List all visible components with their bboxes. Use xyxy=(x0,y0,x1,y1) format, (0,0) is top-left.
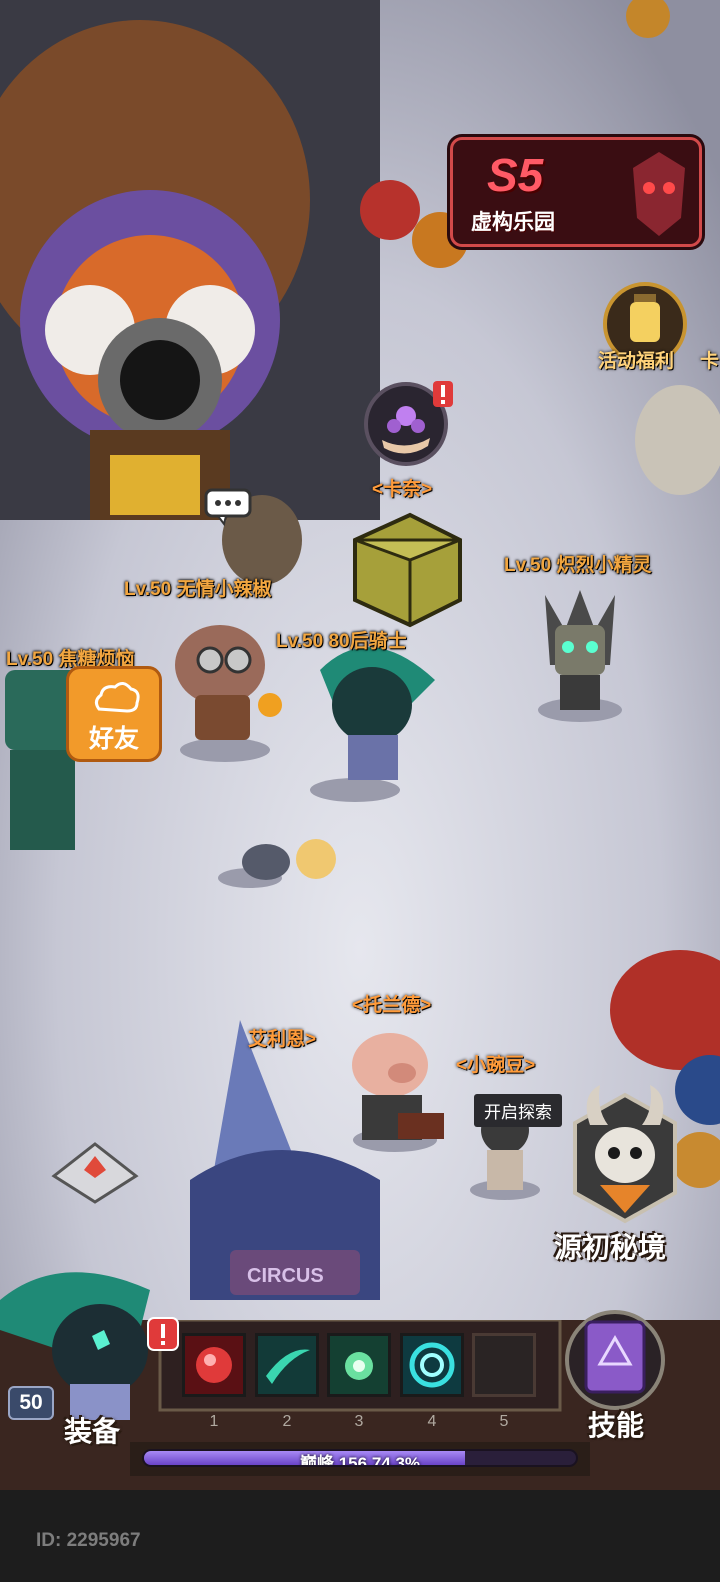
knight-player-character[interactable] xyxy=(310,630,440,790)
origin-dungeon-label: 源初秘境 xyxy=(554,1232,667,1263)
friends-label: 好友 xyxy=(88,725,139,753)
glowing-orb xyxy=(296,839,336,879)
season-name: 虚构乐园 xyxy=(471,211,555,234)
npc-name-xiaowandou: <小豌豆> xyxy=(456,1055,536,1076)
hero-level-badge: 50 xyxy=(8,1386,54,1420)
slot-number: 1 xyxy=(209,1413,219,1430)
player-name-tag: Lv.50 无情小辣椒 xyxy=(124,579,272,600)
player-name-tag: Lv.50 炽烈小精灵 xyxy=(504,555,652,576)
player-id: ID: 2295967 xyxy=(36,1530,141,1551)
npc-name-ailien: 艾利恩> xyxy=(248,1029,317,1050)
kana-quest-icon[interactable] xyxy=(362,380,453,468)
skills-label: 技能 xyxy=(588,1410,645,1441)
peak-label: 巅峰 xyxy=(299,1454,334,1467)
origin-dungeon-button[interactable] xyxy=(560,1085,690,1235)
player-name-tag: Lv.50 80后骑士 xyxy=(276,631,407,652)
season-number: S5 xyxy=(487,149,544,201)
slot-number: 3 xyxy=(354,1413,364,1430)
horned-skull-icon xyxy=(573,1085,677,1224)
alert-badge-icon xyxy=(433,381,453,407)
peak-percent: 74.3% xyxy=(371,1454,421,1467)
spellbook-icon xyxy=(565,1310,665,1410)
npc-name-kana: <卡奈> xyxy=(372,479,433,500)
edge-cut-label: 卡 xyxy=(700,351,720,372)
skills-button[interactable] xyxy=(560,1300,670,1410)
green-spore-icon xyxy=(345,1352,373,1380)
skill-slot-5[interactable] xyxy=(472,1333,536,1397)
cloud-icon xyxy=(94,682,140,713)
skill-slot-3[interactable] xyxy=(327,1333,391,1397)
pet-cat xyxy=(242,844,290,880)
red-orb-icon xyxy=(196,1347,232,1383)
cyan-vortex-icon xyxy=(409,1342,455,1388)
start-explore-tooltip[interactable]: 开启探索 xyxy=(474,1094,562,1127)
season-banner[interactable]: S5 虚构乐园 xyxy=(450,137,702,247)
peak-xp-bar: 巅峰 156 74.3% xyxy=(142,1449,578,1467)
event-rewards-label: 活动福利 xyxy=(598,351,675,372)
skill-slot-4[interactable] xyxy=(400,1333,464,1397)
chat-bubble-icon xyxy=(204,488,252,526)
green-slash-icon xyxy=(266,1349,310,1384)
skull-mage-player-character[interactable] xyxy=(520,585,640,715)
slot-number: 2 xyxy=(282,1413,292,1430)
peak-level: 156 xyxy=(338,1454,368,1467)
skill-slot-1[interactable] xyxy=(182,1333,246,1397)
slot-number: 5 xyxy=(499,1413,509,1430)
npc-name-torand: <托兰德> xyxy=(352,995,432,1016)
demon-skull-icon xyxy=(633,152,685,236)
peak-xp-text: 巅峰 156 74.3% xyxy=(144,1451,576,1467)
slot-number: 4 xyxy=(427,1413,437,1430)
equipment-label: 装备 xyxy=(64,1416,121,1447)
skill-slot-2[interactable] xyxy=(255,1333,319,1397)
svg-text:CIRCUS: CIRCUS xyxy=(247,1265,324,1287)
friends-button[interactable]: 好友 xyxy=(66,666,162,762)
equipment-alert-icon xyxy=(147,1317,179,1351)
compass-diamond-icon[interactable] xyxy=(50,1140,140,1206)
dice-npc-kana[interactable] xyxy=(340,505,470,635)
pig-npc-torand[interactable] xyxy=(340,1025,450,1145)
